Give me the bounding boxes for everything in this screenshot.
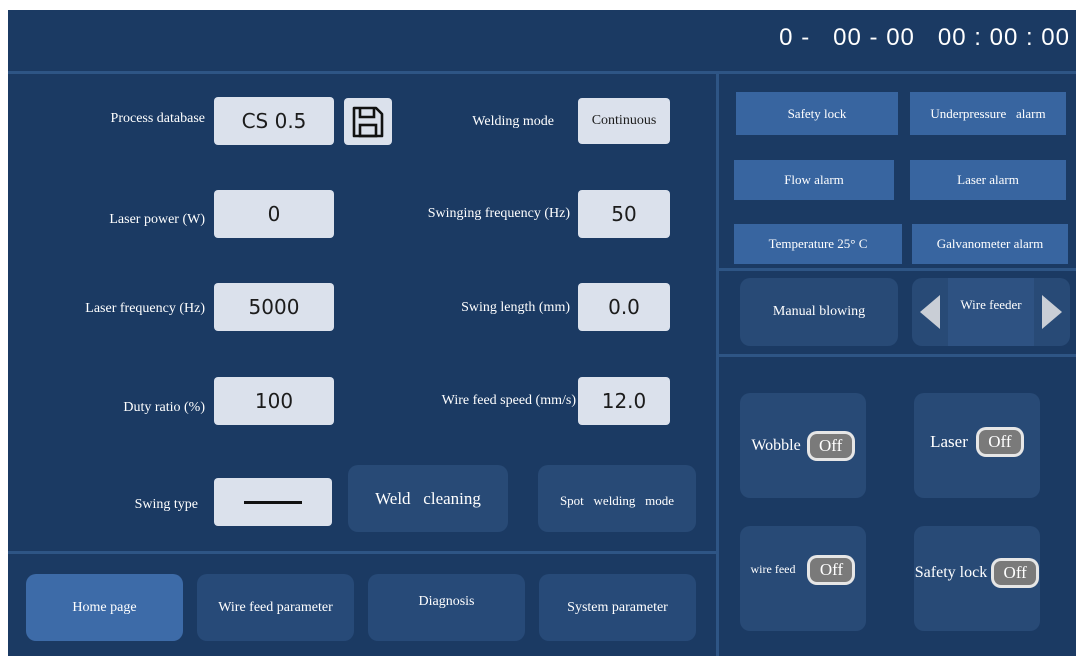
alarm-safety-lock: Safety lock bbox=[736, 92, 898, 135]
controls-divider bbox=[719, 354, 1076, 357]
alarm-galvanometer: Galvanometer alarm bbox=[912, 224, 1068, 264]
arrow-right-icon[interactable] bbox=[1034, 278, 1070, 346]
header-divider bbox=[8, 71, 1076, 74]
nav-divider bbox=[8, 551, 716, 554]
laser-switch[interactable]: Off bbox=[975, 426, 1024, 457]
alarm-divider bbox=[719, 268, 1076, 271]
wire-feed-switch[interactable]: Off bbox=[807, 554, 856, 585]
tab-system-parameter[interactable]: System parameter bbox=[539, 574, 696, 641]
wire-feed-switch-state: Off bbox=[810, 557, 853, 582]
laser-power-label: Laser power (W) bbox=[109, 212, 205, 227]
tab-diagnosis[interactable]: Diagnosis bbox=[368, 574, 525, 641]
welding-mode-label: Welding mode bbox=[472, 114, 554, 129]
process-database-label: Process database bbox=[110, 111, 205, 126]
swinging-frequency-field[interactable]: 50 bbox=[578, 190, 670, 238]
safety-lock-label: Safety lock bbox=[914, 563, 988, 581]
laser-frequency-field[interactable]: 5000 bbox=[214, 283, 334, 331]
wobble-label: Wobble bbox=[751, 436, 801, 454]
manual-blowing-button[interactable]: Manual blowing bbox=[740, 278, 898, 346]
swing-length-field[interactable]: 0.0 bbox=[578, 283, 670, 331]
wire-feed-toggle-card[interactable]: wire feed Off bbox=[740, 526, 866, 631]
arrow-left-icon[interactable] bbox=[912, 278, 948, 346]
wire-feed-label: wire feed bbox=[750, 562, 796, 576]
laser-frequency-label: Laser frequency (Hz) bbox=[85, 301, 205, 316]
welding-mode-field[interactable]: Continuous bbox=[578, 98, 670, 144]
safety-lock-toggle-card[interactable]: Safety lock Off bbox=[914, 526, 1040, 631]
wire-feed-speed-field[interactable]: 12.0 bbox=[578, 377, 670, 425]
wobble-toggle-card[interactable]: Wobble Off bbox=[740, 393, 866, 498]
wire-feed-speed-label: Wire feed speed (mm/s) bbox=[441, 393, 576, 408]
swing-type-selector[interactable] bbox=[214, 478, 332, 526]
save-icon[interactable] bbox=[344, 98, 392, 145]
straight-line-icon bbox=[244, 500, 302, 504]
wire-feeder-label: Wire feeder bbox=[948, 278, 1034, 346]
swing-length-label: Swing length (mm) bbox=[461, 300, 570, 315]
process-database-field[interactable]: CS 0.5 bbox=[214, 97, 334, 145]
safety-lock-switch[interactable]: Off bbox=[991, 557, 1040, 588]
alarm-temperature: Temperature 25° C bbox=[734, 224, 902, 264]
duty-ratio-field[interactable]: 100 bbox=[214, 377, 334, 425]
wobble-switch-state: Off bbox=[809, 433, 852, 458]
weld-cleaning-button[interactable]: Weld cleaning bbox=[348, 465, 508, 532]
spot-welding-mode-button[interactable]: Spot welding mode bbox=[538, 465, 696, 532]
laser-toggle-card[interactable]: Laser Off bbox=[914, 393, 1040, 498]
alarm-laser: Laser alarm bbox=[910, 160, 1066, 200]
swing-type-label: Swing type bbox=[134, 497, 198, 512]
laser-label: Laser bbox=[930, 431, 968, 451]
tab-wire-feed-parameter[interactable]: Wire feed parameter bbox=[197, 574, 354, 641]
safety-lock-switch-state: Off bbox=[994, 560, 1037, 585]
wire-feeder-control: Wire feeder bbox=[912, 278, 1070, 346]
duty-ratio-label: Duty ratio (%) bbox=[123, 400, 205, 415]
laser-power-field[interactable]: 0 bbox=[214, 190, 334, 238]
swinging-frequency-label: Swinging frequency (Hz) bbox=[427, 206, 570, 221]
hmi-screen: 0 - 00 - 00 00 : 00 : 00 Process databas… bbox=[8, 10, 1076, 656]
datetime-display: 0 - 00 - 00 00 : 00 : 00 bbox=[779, 24, 1070, 51]
alarm-underpressure: Underpressure alarm bbox=[910, 92, 1066, 135]
wobble-switch[interactable]: Off bbox=[806, 430, 855, 461]
laser-switch-state: Off bbox=[978, 429, 1021, 454]
tab-home-page[interactable]: Home page bbox=[26, 574, 183, 641]
vertical-divider bbox=[716, 71, 719, 656]
alarm-flow: Flow alarm bbox=[734, 160, 894, 200]
